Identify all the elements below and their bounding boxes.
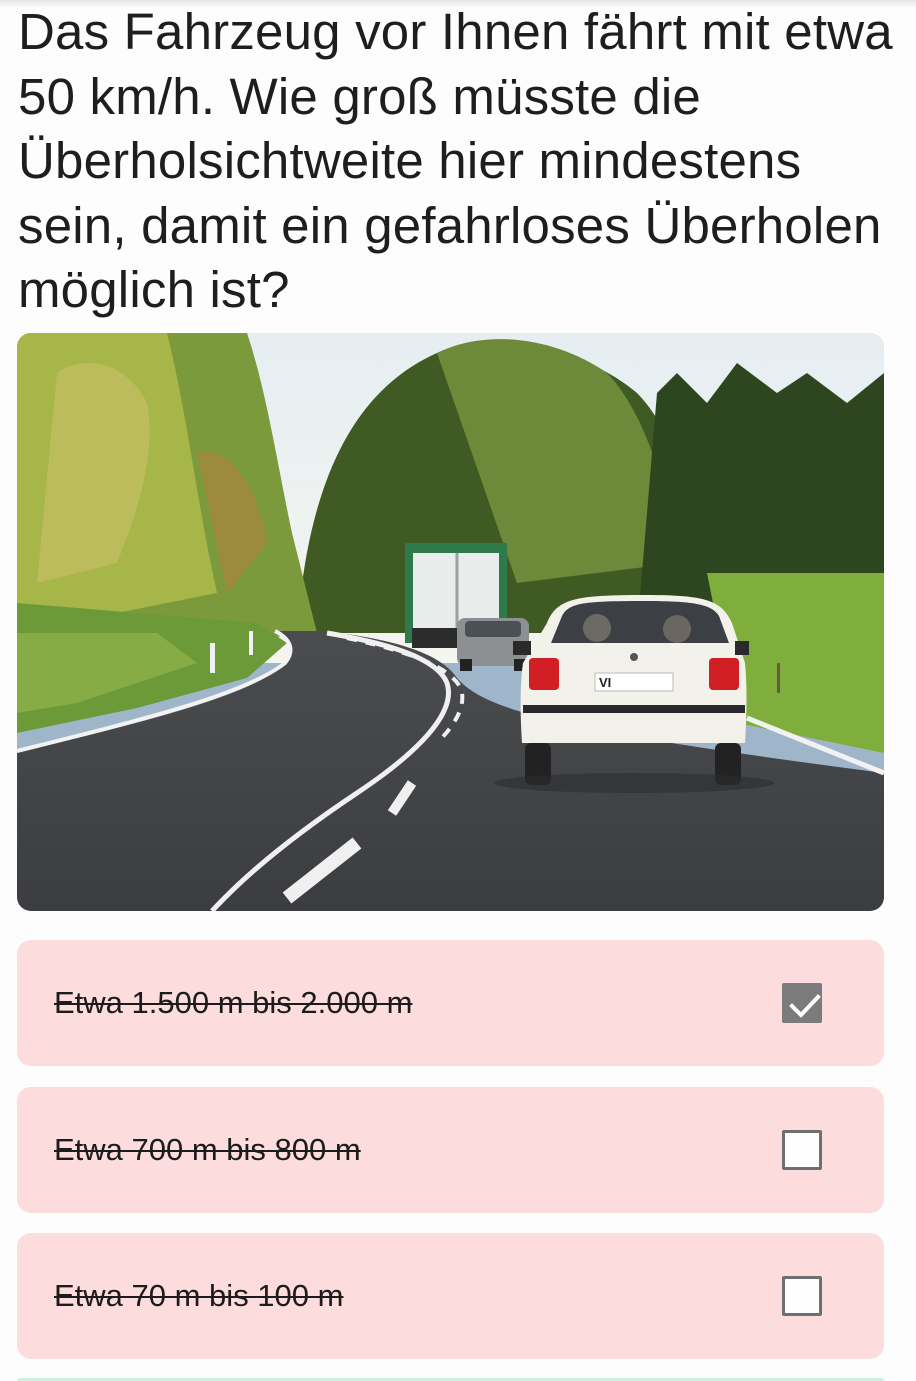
question-image: VI <box>17 333 884 911</box>
answer-option-1-checkbox[interactable] <box>782 983 822 1023</box>
check-icon <box>789 994 821 1018</box>
answer-option-1[interactable]: Etwa 1.500 m bis 2.000 m <box>17 940 884 1066</box>
answer-option-3-label: Etwa 70 m bis 100 m <box>54 1278 344 1313</box>
answer-option-3[interactable]: Etwa 70 m bis 100 m <box>17 1233 884 1359</box>
road-scene-photo: VI <box>17 333 884 911</box>
answer-option-2[interactable]: Etwa 700 m bis 800 m <box>17 1087 884 1213</box>
question-text: Das Fahrzeug vor Ihnen fährt mit etwa 50… <box>18 3 893 318</box>
answer-option-2-checkbox[interactable] <box>782 1130 822 1170</box>
answer-option-1-label: Etwa 1.500 m bis 2.000 m <box>54 985 413 1020</box>
license-plate: VI <box>599 675 611 690</box>
answer-option-3-checkbox[interactable] <box>782 1276 822 1316</box>
answer-option-2-label: Etwa 700 m bis 800 m <box>54 1132 361 1167</box>
